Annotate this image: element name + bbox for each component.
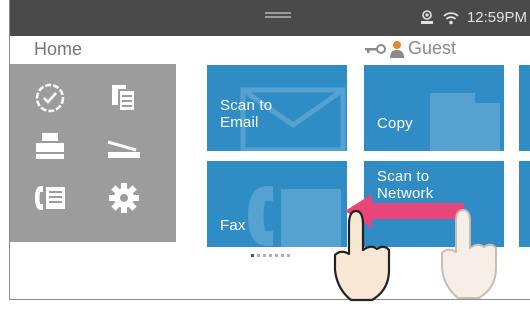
page-title: Home [34,39,83,59]
copy-pages-icon [430,93,500,151]
settings-button[interactable] [104,178,144,218]
address-book-button[interactable] [30,178,70,218]
scanner-icon [107,140,140,158]
tile-label: Fax [220,217,246,234]
scanner-button[interactable] [104,126,144,166]
documents-icon [112,85,136,112]
next-page-tile[interactable] [519,65,530,151]
network-icon [420,9,433,24]
key-icon [365,43,386,54]
user-icon [390,40,404,58]
clock-icon [35,83,65,113]
status-indicators: 12:59PM [419,9,527,26]
user-label: Guest [408,38,457,58]
job-status-button[interactable] [30,78,70,118]
next-page-tile[interactable] [519,161,530,247]
fax-tile[interactable]: Fax [207,161,347,247]
tile-label: Scan to Network Folder [377,168,434,219]
drawer-handle[interactable] [265,12,291,20]
documents-button[interactable] [104,78,144,118]
copy-tile[interactable]: Copy [364,65,504,151]
clock-time: 12:59PM [466,9,527,26]
fax-icon [248,186,341,247]
user-login[interactable]: Guest [364,38,456,59]
gear-icon [109,183,139,213]
device-screen: 12:59PM Home Guest Scan to Email Copy Fa… [9,0,530,300]
printer-button[interactable] [30,126,70,166]
home-header: Home Guest [10,36,530,64]
tile-label: Scan to Email [220,97,273,131]
wifi-icon [443,11,459,24]
tile-label: Copy [377,115,413,132]
printer-icon [36,133,64,159]
page-indicator[interactable] [251,254,290,257]
quick-access-panel [10,64,176,242]
fax-phone-icon [35,186,65,210]
scan-to-network-folder-tile[interactable]: Scan to Network Folder [364,161,504,247]
scan-to-email-tile[interactable]: Scan to Email [207,65,347,151]
status-bar: 12:59PM [10,0,530,36]
